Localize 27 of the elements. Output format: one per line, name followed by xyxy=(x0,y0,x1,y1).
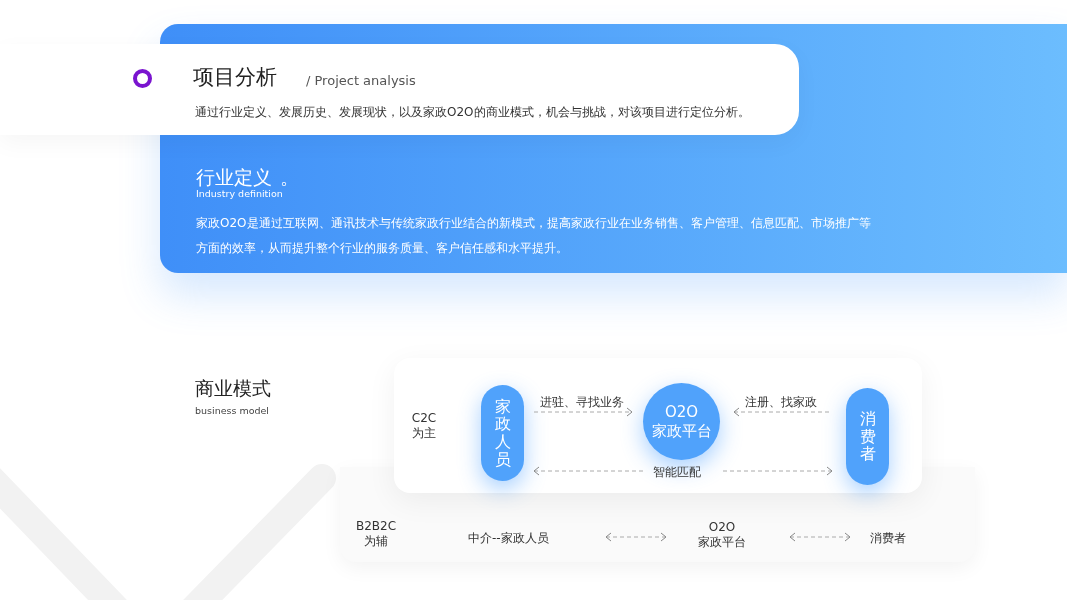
ring-icon xyxy=(133,69,152,88)
section-subtitle: Industry definition xyxy=(196,188,284,200)
page-description: 通过行业定义、发展历史、发展现状，以及家政O2O的商业模式，机会与挑战，对该项目进行定位分析。 xyxy=(195,104,750,121)
page-title: 项目分析 xyxy=(193,64,277,90)
model-label: 为辅 xyxy=(364,534,388,549)
node-label: 消费者 xyxy=(859,410,876,463)
flow-label: O2O xyxy=(708,520,736,535)
section-title: 商业模式 xyxy=(195,376,271,401)
title-mark: 。 xyxy=(280,166,299,188)
model-label: C2C xyxy=(411,411,437,426)
page-subtitle: / Project analysis xyxy=(306,72,416,90)
definition-text: 家政O2O是通过互联网、通讯技术与传统家政行业结合的新模式，提高家政行业在业务销售、客户管理、信息匹配、市场推广等方面的效率，从而提升整个行业的服务质量、客户信任感和水平提升。 xyxy=(196,215,872,257)
section-title: 行业定义 xyxy=(196,166,272,188)
link-label: 进驻、寻找业务 xyxy=(540,394,624,411)
model-label: 为主 xyxy=(412,426,436,441)
section-subtitle: business model xyxy=(195,404,269,418)
flow-label: 中介--家政人员 xyxy=(468,531,549,546)
node-label: O2O xyxy=(664,402,699,422)
node-label: 家政平台 xyxy=(651,421,712,441)
model-label: B2B2C xyxy=(355,519,397,534)
link-label: 注册、找家政 xyxy=(745,394,817,411)
node-label: 家政人员 xyxy=(494,397,511,469)
flow-label: 家政平台 xyxy=(698,535,746,550)
dashed-arrow xyxy=(789,532,851,542)
dashed-arrow xyxy=(605,532,667,542)
flow-label: 消费者 xyxy=(870,531,906,546)
link-label: 智能匹配 xyxy=(653,464,701,481)
